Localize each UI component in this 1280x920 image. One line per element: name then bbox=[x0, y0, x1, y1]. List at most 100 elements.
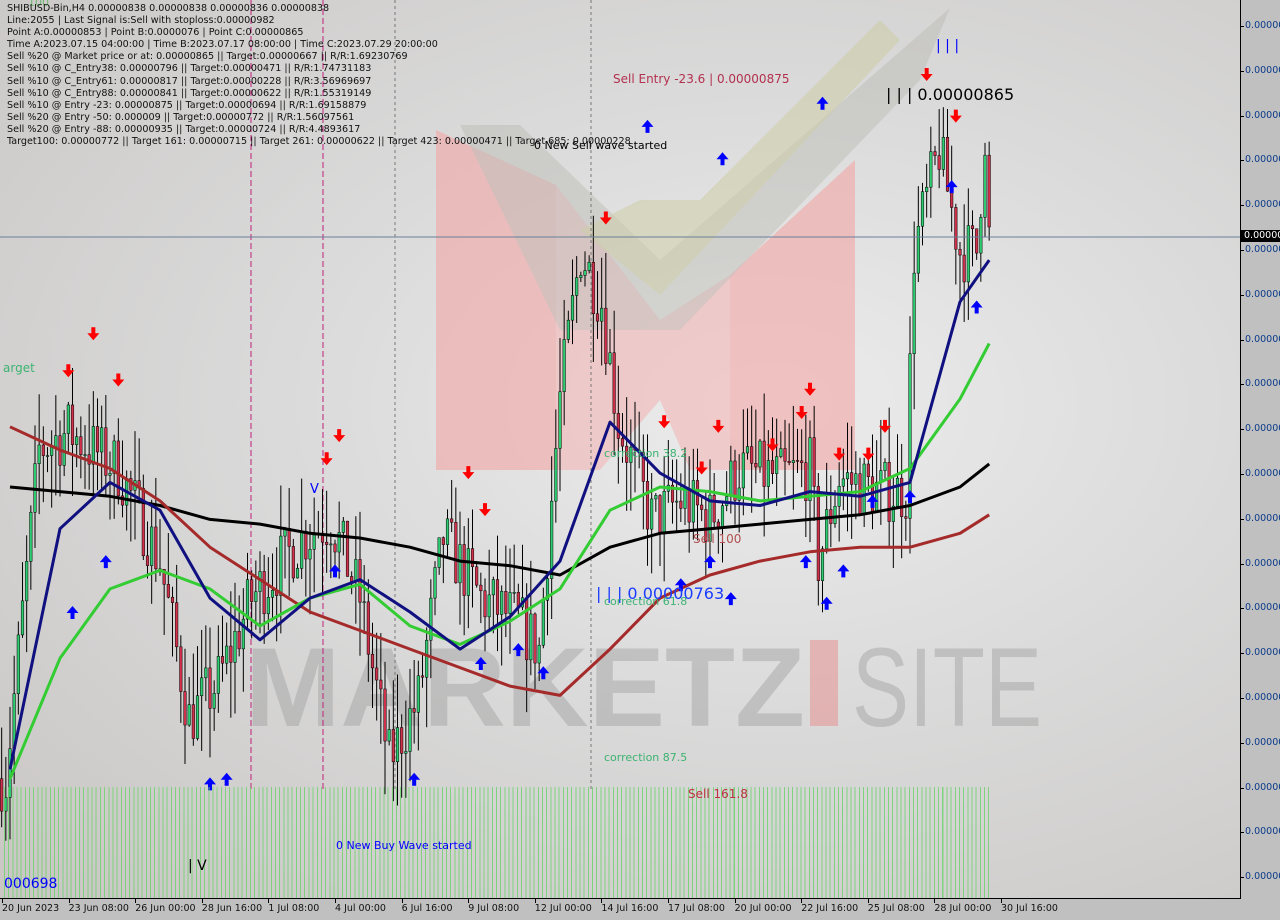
candle-body bbox=[608, 352, 612, 364]
x-tick-label: 25 Jul 08:00 bbox=[867, 899, 925, 914]
candle-body bbox=[366, 601, 370, 655]
x-tick-label: 26 Jun 00:00 bbox=[135, 899, 196, 914]
level-865-label: | | | 0.00000865 bbox=[886, 85, 1015, 104]
y-tick-label: 0.00000740 bbox=[1241, 647, 1280, 659]
candle-body bbox=[387, 729, 391, 742]
candle-body bbox=[566, 319, 570, 340]
chart-area[interactable]: MARKETZ SITE SHIBUSD-Bin,H4 0.00000838 0… bbox=[0, 0, 1241, 899]
y-tick-text: 0.00000790 bbox=[1245, 423, 1280, 435]
arrow-down-icon bbox=[320, 452, 333, 466]
candle-body bbox=[200, 677, 204, 697]
candle-body bbox=[783, 448, 787, 462]
candle-body bbox=[29, 511, 33, 562]
candle-body bbox=[341, 520, 345, 533]
candle-body bbox=[616, 413, 620, 439]
candle-body bbox=[975, 228, 979, 254]
candle-body bbox=[687, 490, 691, 523]
candle-body bbox=[525, 597, 529, 661]
candle-body bbox=[458, 544, 462, 584]
arrow-up-icon bbox=[641, 119, 654, 133]
candle-body bbox=[779, 448, 783, 457]
candle-body bbox=[841, 478, 845, 487]
candle-body bbox=[466, 548, 470, 596]
candle-body bbox=[62, 433, 66, 466]
candle-body bbox=[325, 541, 329, 545]
candle-body bbox=[579, 275, 583, 278]
x-tick-label: 14 Jul 16:00 bbox=[601, 899, 659, 914]
candle-body bbox=[237, 630, 241, 650]
y-tick-text: 0.00000720 bbox=[1245, 736, 1280, 748]
candle-body bbox=[925, 186, 929, 192]
x-tick-label: 28 Jul 00:00 bbox=[934, 899, 992, 914]
candle-body bbox=[229, 645, 233, 663]
candle-body bbox=[654, 495, 658, 500]
candle-body bbox=[895, 477, 900, 507]
candle-body bbox=[37, 444, 41, 464]
candle-body bbox=[270, 589, 275, 598]
time-axis[interactable]: 20 Jun 2023 23 Jun 08:00 26 Jun 00:00 28 Ju… bbox=[0, 899, 1240, 920]
candle-body bbox=[733, 460, 737, 501]
candle-body bbox=[837, 485, 841, 507]
target-label: arget bbox=[3, 361, 35, 375]
candle-body bbox=[537, 644, 541, 664]
arrow-up-icon bbox=[724, 592, 737, 606]
arrow-up-icon bbox=[837, 564, 850, 578]
candle-body bbox=[691, 480, 695, 523]
y-tick-label: 0.00000760 bbox=[1241, 558, 1280, 570]
y-tick-text: 0.00000810 bbox=[1245, 333, 1280, 345]
candle-body bbox=[512, 592, 516, 594]
candle-body bbox=[483, 590, 487, 618]
candle-body bbox=[941, 137, 945, 170]
y-tick-label: 0.00000730 bbox=[1241, 692, 1280, 704]
sell-entry-label: Sell Entry -23.6 | 0.00000875 bbox=[613, 72, 790, 86]
candle-body bbox=[491, 579, 495, 596]
candle-body bbox=[883, 461, 887, 471]
candle-body bbox=[383, 688, 387, 742]
x-tick-label: 28 Jun 16:00 bbox=[201, 899, 263, 914]
correction-61-label: correction 61.8 bbox=[604, 595, 688, 608]
candle-body bbox=[533, 613, 537, 664]
wave-iv-label: | V bbox=[188, 858, 207, 874]
price-axis[interactable]: 0.00000880 0.00000870 0.00000860 0.00000850… bbox=[1241, 0, 1280, 898]
candle-body bbox=[245, 579, 250, 620]
candle-body bbox=[945, 137, 950, 192]
candle-body bbox=[662, 491, 666, 535]
y-tick-label: 0.00000790 bbox=[1241, 423, 1280, 435]
candle-body bbox=[445, 518, 450, 545]
candle-body bbox=[350, 576, 354, 582]
arrow-up-icon bbox=[799, 555, 812, 569]
new-buy-wave-label: 0 New Buy Wave started bbox=[336, 839, 472, 852]
candle-body bbox=[683, 490, 687, 509]
candle-body bbox=[966, 225, 970, 283]
candle-body bbox=[679, 500, 683, 509]
y-tick-label: 0.00000870 bbox=[1241, 65, 1280, 77]
candle-body bbox=[720, 505, 725, 528]
x-tick-label: 17 Jul 08:00 bbox=[668, 899, 725, 914]
candle-body bbox=[658, 495, 662, 535]
y-tick-text: 0.00000830 bbox=[1245, 244, 1280, 255]
candle-body bbox=[212, 693, 216, 709]
candle-body bbox=[754, 462, 758, 468]
candle-body bbox=[600, 307, 604, 322]
y-tick-label: 0.00000860 bbox=[1241, 110, 1280, 122]
y-tick-text: 0.00000800 bbox=[1245, 378, 1280, 390]
candle-body bbox=[462, 544, 466, 596]
candle-body bbox=[145, 555, 150, 566]
candle-body bbox=[312, 534, 316, 550]
candle-body bbox=[41, 444, 45, 456]
y-tick-label: 0.00000720 bbox=[1241, 737, 1280, 749]
arrow-up-icon bbox=[970, 300, 983, 314]
candle-body bbox=[758, 440, 762, 468]
y-tick-text: 0.00000750 bbox=[1245, 602, 1280, 614]
x-tick-label: 4 Jul 00:00 bbox=[335, 899, 386, 914]
candle-body bbox=[225, 645, 229, 664]
y-tick-text: 0.00000780 bbox=[1245, 468, 1280, 479]
y-tick-label: 0.00000710 bbox=[1241, 782, 1280, 794]
candle-body bbox=[362, 601, 366, 604]
candle-body bbox=[150, 526, 154, 566]
candle-body bbox=[558, 391, 562, 449]
y-tick-label: 0.00000810 bbox=[1241, 334, 1280, 346]
candle-body bbox=[604, 307, 608, 364]
volume-bars bbox=[4, 787, 989, 898]
candle-body bbox=[95, 426, 100, 453]
